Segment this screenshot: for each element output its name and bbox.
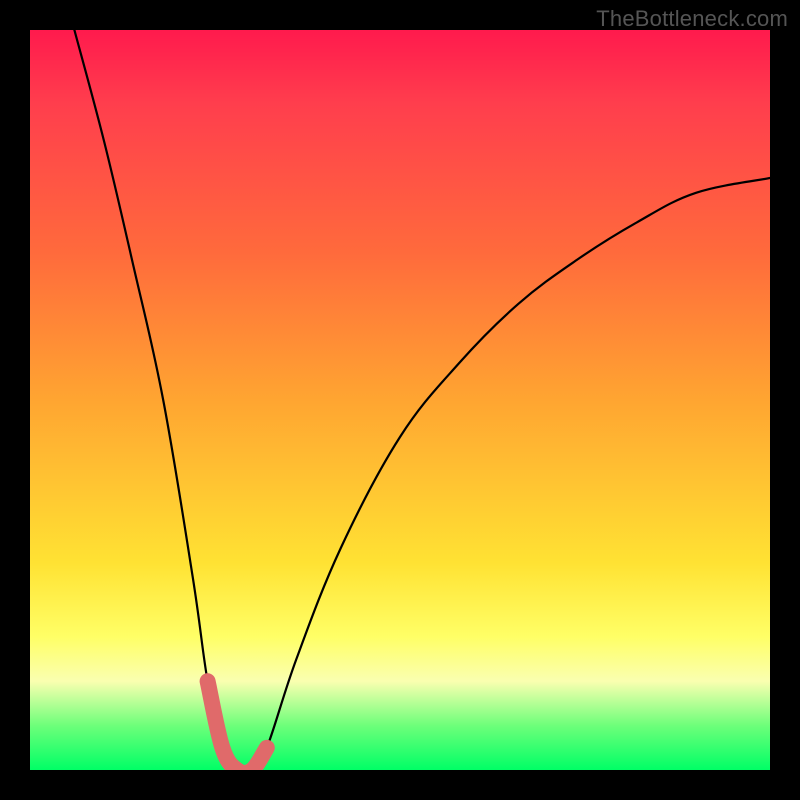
bottleneck-curve-path <box>74 30 770 770</box>
highlight-valley-path <box>208 681 267 770</box>
watermark-text: TheBottleneck.com <box>596 6 788 32</box>
bottleneck-chart <box>30 30 770 770</box>
